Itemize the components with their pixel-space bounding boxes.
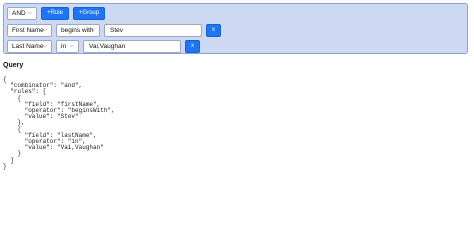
query-builder-panel: AND ⌵ +Rule +Group First Name ⌵ begins w… [3,3,468,54]
rule-row: Last Name ⌵ in ⌵ Vai,Vaughan x [7,40,204,53]
operator-value: begins with [61,27,94,34]
query-json-output: { "combinator": "and", "rules": [ { "fie… [3,76,115,170]
rule-row: First Name ⌵ begins with ⌵ Stev x [7,24,225,37]
remove-rule-button[interactable]: x [185,40,200,53]
chevron-down-icon: ⌵ [69,43,74,49]
add-group-button[interactable]: +Group [73,7,105,20]
chevron-down-icon: ⌵ [42,27,47,33]
value-input[interactable]: Vai,Vaughan [83,40,181,53]
field-value: Last Name [12,43,44,50]
field-value: First Name [12,27,44,34]
group-header: AND ⌵ +Rule +Group [7,7,109,20]
add-rule-button[interactable]: +Rule [41,7,69,20]
operator-value: in [61,43,67,50]
operator-select[interactable]: begins with ⌵ [56,24,100,37]
chevron-down-icon: ⌵ [90,27,95,33]
combinator-value: AND [12,10,26,17]
chevron-down-icon: ⌵ [42,43,47,49]
field-select[interactable]: First Name ⌵ [7,24,52,37]
value-input[interactable]: Stev [104,24,202,37]
chevron-down-icon: ⌵ [27,10,32,16]
operator-select[interactable]: in ⌵ [56,40,79,53]
remove-rule-button[interactable]: x [206,24,221,37]
query-heading: Query [3,62,24,69]
combinator-select[interactable]: AND ⌵ [7,7,37,20]
field-select[interactable]: Last Name ⌵ [7,40,52,53]
